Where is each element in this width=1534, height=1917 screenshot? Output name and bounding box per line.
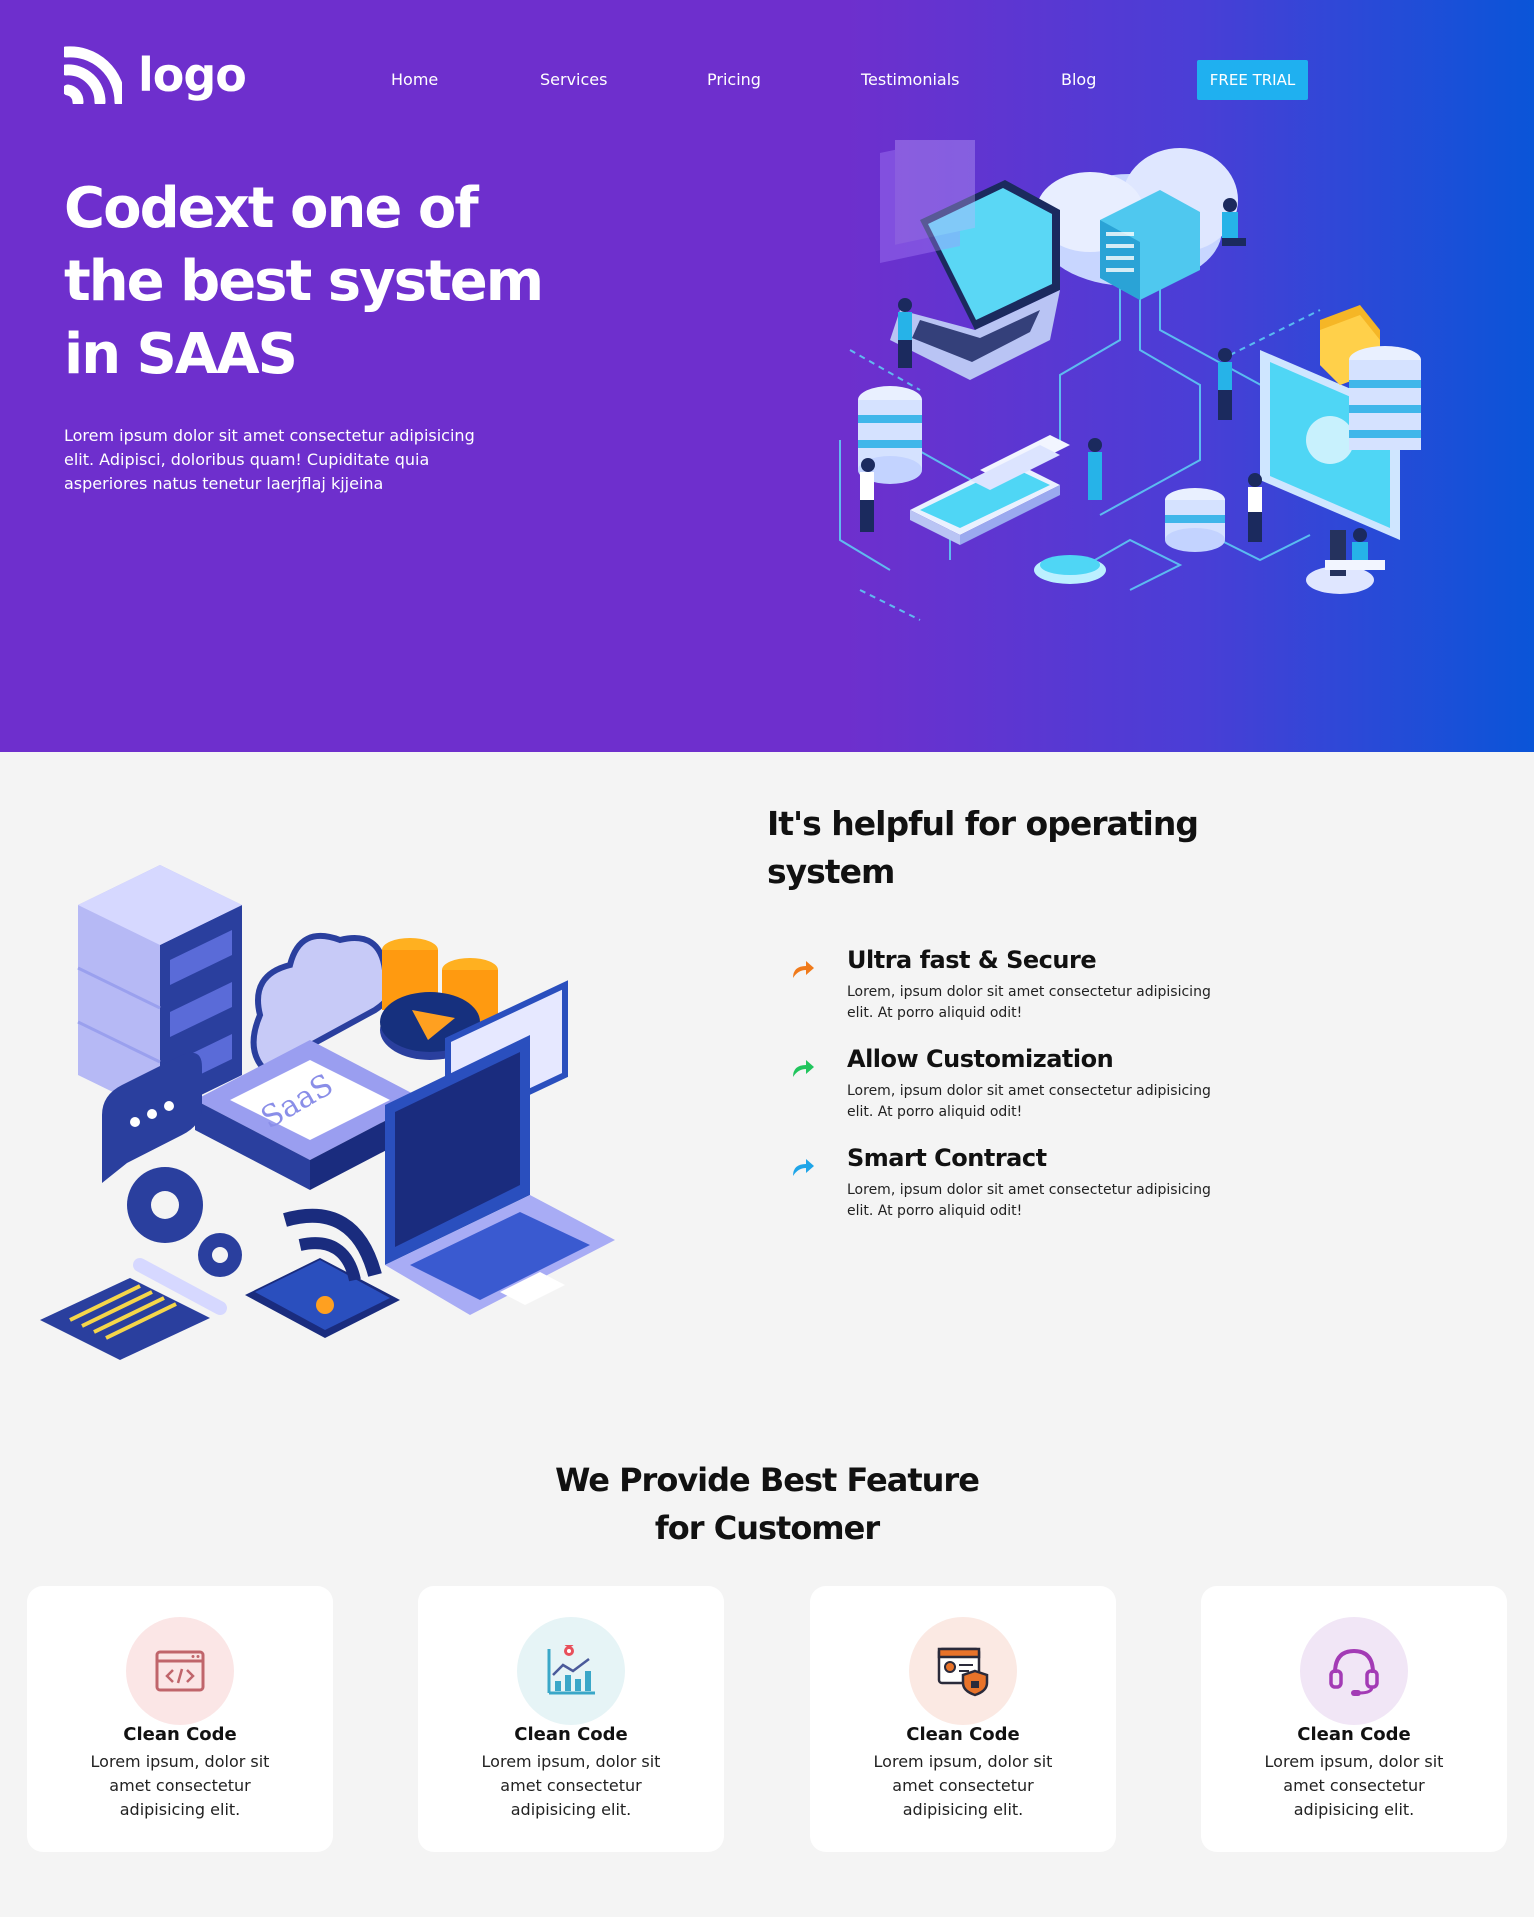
card-description-line: amet consectetur <box>892 1776 1034 1795</box>
card-description-line: adipisicing elit. <box>510 1800 632 1819</box>
hero-section: logo Home Services Pricing Testimonials … <box>0 0 1534 752</box>
card-description-line: adipisicing elit. <box>119 1800 241 1819</box>
card-title: Clean Code <box>906 1724 1020 1745</box>
feature-description-line: Lorem, ipsum dolor sit amet consectetur … <box>847 1083 1211 1099</box>
feature-card[interactable]: Clean Code Lorem ipsum, dolor sit amet c… <box>1201 1586 1507 1852</box>
card-description: Lorem ipsum, dolor sit amet consectetur … <box>458 1750 684 1822</box>
feature-title: Smart Contract <box>847 1144 1047 1172</box>
cloud-server-icon <box>1036 148 1238 300</box>
arrow-icon <box>793 961 814 978</box>
nav-services[interactable]: Services <box>540 70 607 89</box>
operating-title: It's helpful for operating system <box>767 800 1247 896</box>
chart-icon <box>547 1645 595 1695</box>
feature-card[interactable]: Clean Code Lorem ipsum, dolor sit amet c… <box>418 1586 724 1852</box>
profile-shield-icon <box>937 1647 989 1697</box>
hero-subtitle-line: Lorem ipsum dolor sit amet consectetur a… <box>64 426 475 445</box>
feature-description-line: elit. At porro aliquid odit! <box>847 1104 1023 1120</box>
card-description-line: Lorem ipsum, dolor sit <box>1264 1752 1444 1771</box>
features-title-line: for Customer <box>654 1509 880 1547</box>
feature-description: Lorem, ipsum dolor sit amet consectetur … <box>847 1180 1247 1222</box>
card-title: Clean Code <box>123 1724 237 1745</box>
card-description-line: Lorem ipsum, dolor sit <box>90 1752 270 1771</box>
arrow-icon <box>793 1060 814 1077</box>
hero-title-line: the best system <box>64 249 544 314</box>
code-window-icon <box>155 1650 205 1692</box>
feature-description: Lorem, ipsum dolor sit amet consectetur … <box>847 982 1247 1024</box>
feature-description: Lorem, ipsum dolor sit amet consectetur … <box>847 1081 1247 1123</box>
card-icon-circle <box>517 1617 625 1725</box>
card-description: Lorem ipsum, dolor sit amet consectetur … <box>1241 1750 1467 1822</box>
operating-title-line: It's helpful for operating <box>767 804 1199 843</box>
nav-home[interactable]: Home <box>391 70 438 89</box>
hero-subtitle: Lorem ipsum dolor sit amet consectetur a… <box>64 424 504 496</box>
feature-title: Ultra fast & Secure <box>847 946 1097 974</box>
hero-subtitle-line: elit. Adipisci, doloribus quam! Cupidita… <box>64 450 430 469</box>
card-description: Lorem ipsum, dolor sit amet consectetur … <box>67 1750 293 1822</box>
features-section-title: We Provide Best Feature for Customer <box>467 1456 1067 1552</box>
card-title: Clean Code <box>1297 1724 1411 1745</box>
operating-title-line: system <box>767 852 895 891</box>
card-description-line: adipisicing elit. <box>1293 1800 1415 1819</box>
database-icon <box>1349 346 1421 450</box>
card-description-line: amet consectetur <box>1283 1776 1425 1795</box>
hero-title: Codext one of the best system in SAAS <box>64 172 584 391</box>
hero-subtitle-line: asperiores natus tenetur laerjflaj kjjei… <box>64 474 384 493</box>
hero-network-illustration <box>839 140 1421 621</box>
feature-description-line: elit. At porro aliquid odit! <box>847 1005 1023 1021</box>
feature-card[interactable]: Clean Code Lorem ipsum, dolor sit amet c… <box>27 1586 333 1852</box>
headset-icon <box>1329 1648 1379 1696</box>
nav-pricing[interactable]: Pricing <box>707 70 761 89</box>
saas-illustration: SaaS <box>40 865 615 1360</box>
hero-title-line: Codext one of <box>64 176 479 241</box>
feature-card[interactable]: Clean Code Lorem ipsum, dolor sit amet c… <box>810 1586 1116 1852</box>
feature-description-line: elit. At porro aliquid odit! <box>847 1203 1023 1219</box>
feature-description-line: Lorem, ipsum dolor sit amet consectetur … <box>847 1182 1211 1198</box>
card-icon-circle <box>909 1617 1017 1725</box>
card-description-line: amet consectetur <box>500 1776 642 1795</box>
free-trial-button[interactable]: FREE TRIAL <box>1197 60 1308 100</box>
nav-blog[interactable]: Blog <box>1061 70 1096 89</box>
card-description-line: amet consectetur <box>109 1776 251 1795</box>
feature-description-line: Lorem, ipsum dolor sit amet consectetur … <box>847 984 1211 1000</box>
feature-title: Allow Customization <box>847 1045 1114 1073</box>
features-title-line: We Provide Best Feature <box>555 1461 980 1499</box>
card-description-line: Lorem ipsum, dolor sit <box>873 1752 1053 1771</box>
router-icon <box>245 1208 400 1338</box>
database-icon <box>1165 488 1225 552</box>
arrow-icon <box>793 1159 814 1176</box>
card-description-line: Lorem ipsum, dolor sit <box>481 1752 661 1771</box>
laptop-icon <box>385 1035 615 1315</box>
card-icon-circle <box>126 1617 234 1725</box>
card-title: Clean Code <box>514 1724 628 1745</box>
notepad-icon <box>40 1258 227 1360</box>
card-description-line: adipisicing elit. <box>902 1800 1024 1819</box>
hero-title-line: in SAAS <box>64 322 298 387</box>
card-description: Lorem ipsum, dolor sit amet consectetur … <box>850 1750 1076 1822</box>
card-icon-circle <box>1300 1617 1408 1725</box>
nav-testimonials[interactable]: Testimonials <box>861 70 960 89</box>
